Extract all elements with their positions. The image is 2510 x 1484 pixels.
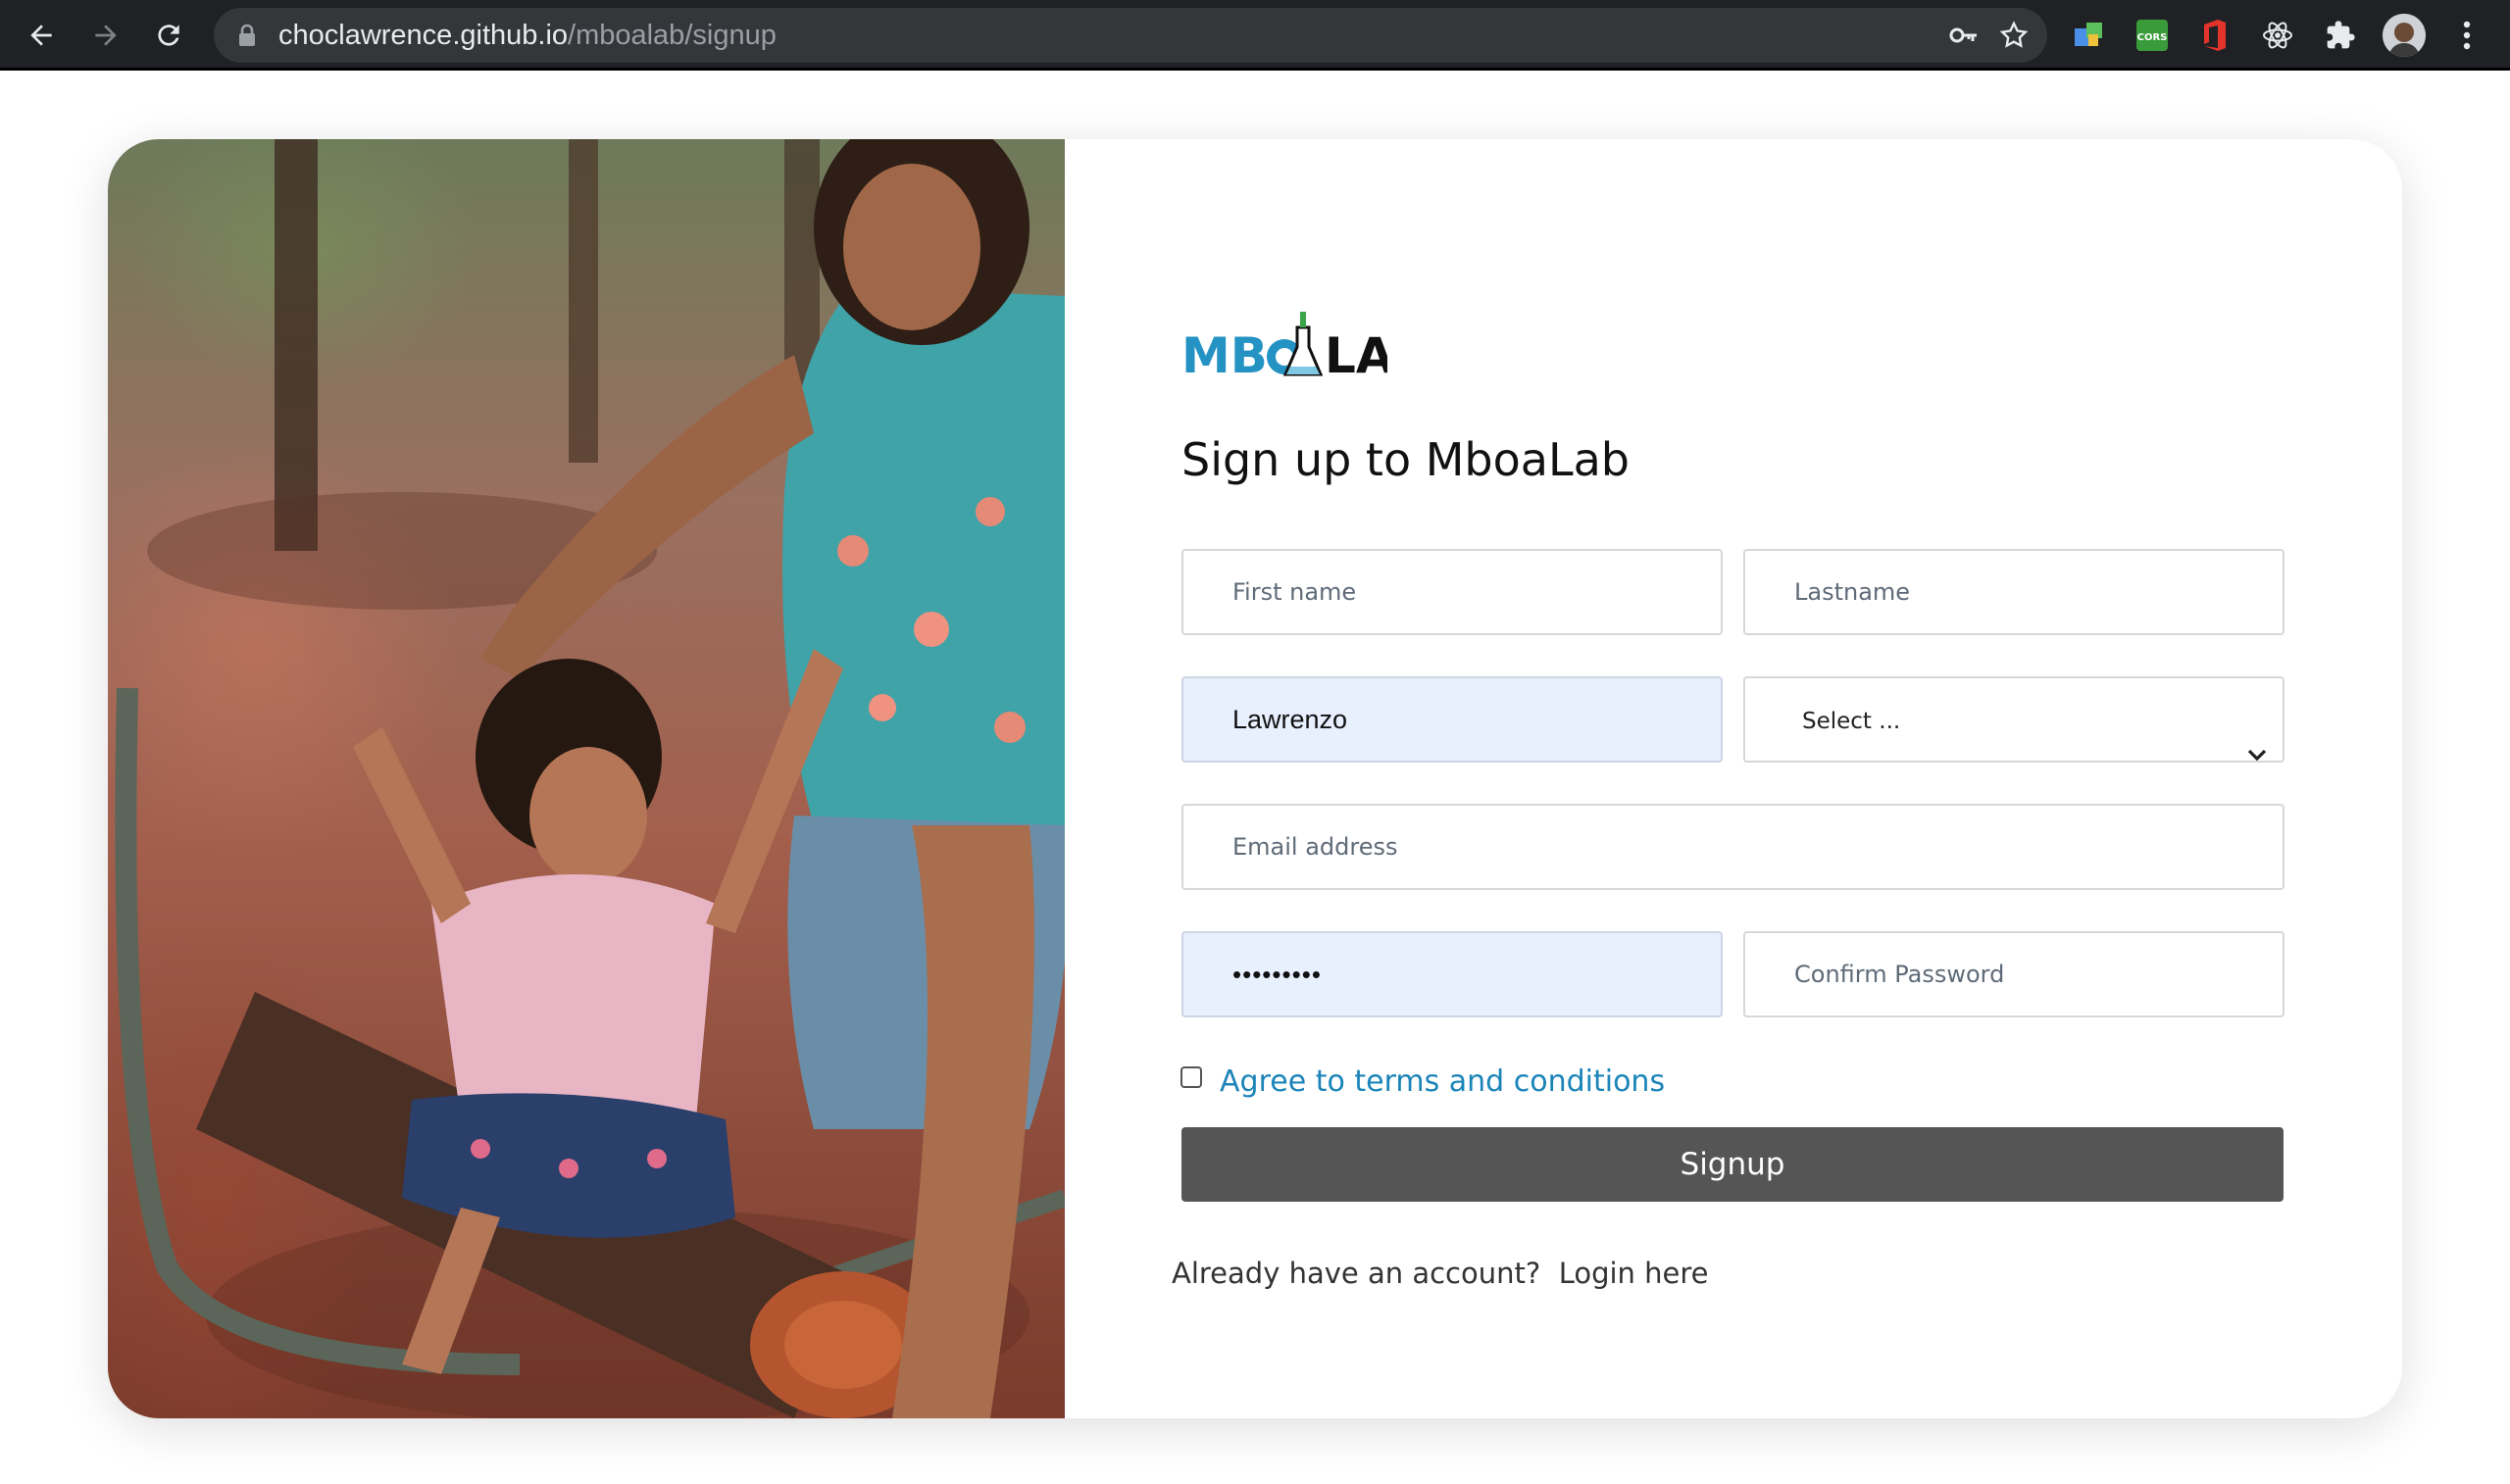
lock-icon [237,24,257,51]
role-select[interactable]: Select ... [1743,676,2284,763]
svg-text:CORS: CORS [2137,32,2168,43]
signup-button[interactable]: Signup [1181,1127,2284,1202]
profile-avatar[interactable] [2383,14,2426,57]
extension-puzzle-blue-icon[interactable] [2071,17,2108,54]
username-field[interactable]: Lawrenzo [1181,676,1723,763]
bookmark-star-icon[interactable] [1998,20,2030,55]
mother-and-child-photo [108,139,1065,1418]
svg-text:LAB: LAB [1325,327,1387,384]
browser-toolbar: choclawrence.github.io/mboalab/signup CO… [0,0,2510,71]
react-devtools-icon[interactable] [2259,17,2296,54]
url-path: /mboalab/signup [568,20,777,51]
chevron-down-icon [2247,712,2267,798]
office-extension-icon[interactable] [2196,17,2234,54]
lastname-field[interactable]: Lastname [1743,549,2284,635]
first-name-field[interactable]: First name [1181,549,1723,635]
login-prompt-row: Already have an account? Login here [1172,1257,1709,1290]
password-field[interactable]: ••••••••• [1181,931,1723,1017]
confirm-password-field[interactable]: Confirm Password [1743,931,2284,1017]
login-link[interactable]: Login here [1559,1257,1709,1290]
back-arrow-icon[interactable] [20,14,63,57]
terms-link[interactable]: Agree to terms and conditions [1220,1064,1665,1099]
email-field[interactable]: Email address [1181,804,2284,890]
cors-extension-icon[interactable]: CORS [2134,17,2171,54]
forward-arrow-icon[interactable] [84,14,127,57]
svg-text:MB: MB [1181,327,1268,384]
terms-checkbox[interactable] [1180,1066,1202,1088]
reload-icon[interactable] [147,14,190,57]
mboalab-logo: MB LAB [1181,306,1431,388]
address-bar[interactable]: choclawrence.github.io/mboalab/signup [214,8,2047,63]
url-host: choclawrence.github.io [278,20,569,51]
key-icon[interactable] [1949,22,1979,53]
kebab-menu-icon[interactable] [2451,14,2483,57]
url-text: choclawrence.github.io/mboalab/signup [278,8,777,63]
login-prompt-text: Already have an account? [1172,1257,1541,1290]
extensions-puzzle-icon[interactable] [2322,17,2359,54]
role-select-value: Select ... [1802,709,1901,734]
signup-card: MB LAB Sign up to MboaLab First name Las… [108,139,2402,1418]
page-title: Sign up to MboaLab [1181,433,1630,486]
